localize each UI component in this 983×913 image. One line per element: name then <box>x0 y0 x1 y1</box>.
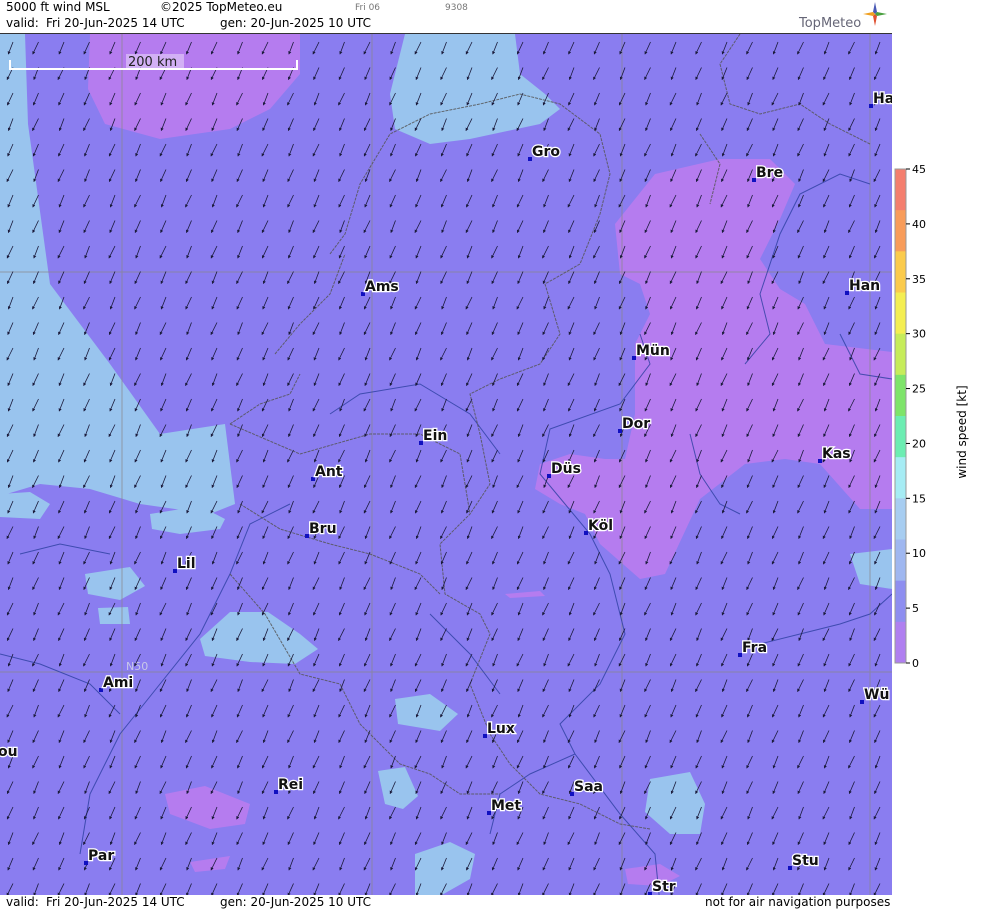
city-marker: Met <box>487 797 523 815</box>
city-marker: Ams <box>361 278 400 296</box>
city-label: Fra <box>742 640 767 656</box>
legend-swatch <box>895 621 906 664</box>
map-canvas: N50 200 km GroH BreAms HanMünDorEinKasAn… <box>0 34 892 896</box>
city-label: Stu <box>792 853 819 869</box>
legend-tick-label: 30 <box>912 328 926 341</box>
city-marker: Par <box>84 847 116 865</box>
city-marker: Str <box>648 878 677 896</box>
legend-swatch <box>895 251 906 293</box>
city-label: Wü <box>864 687 889 703</box>
city-marker: Düs <box>547 460 582 478</box>
city-label: Ein <box>423 428 447 444</box>
city-marker: ou <box>0 743 19 762</box>
legend-title: wind speed [kt] <box>955 385 969 478</box>
city-label: Dor <box>622 416 650 432</box>
footer-valid-prefix: valid: <box>6 895 39 909</box>
footer-valid-time: Fri 20-Jun-2025 14 UTC <box>46 895 185 909</box>
footer-gen-time: gen: 20-Jun-2025 10 UTC <box>220 895 372 909</box>
city-marker: Ha <box>869 90 892 108</box>
city-label: Met <box>491 798 521 814</box>
legend-swatch <box>895 169 906 211</box>
legend-swatch <box>895 580 906 623</box>
city-label: Rei <box>278 777 303 793</box>
header-row-1: 5000 ft wind MSL ©2025 TopMeteo.eu Fri 0… <box>0 0 892 16</box>
city-label: Mün <box>636 343 670 359</box>
city-marker: Ant <box>311 463 344 481</box>
city-label: Gro <box>532 144 560 160</box>
legend-colorbar: 45 40 35 30 25 20 15 10 5 0 wind speed [kt] <box>894 163 969 670</box>
city-label: Düs <box>551 461 581 477</box>
city-marker: Saa <box>570 778 604 796</box>
code: 9308 <box>445 3 468 13</box>
wind-map[interactable]: N50 200 km Gro H Bre Ams Han Mün Dor Ein… <box>0 33 892 897</box>
legend-tick-label: 20 <box>912 437 926 450</box>
valid-time: Fri 20-Jun-2025 14 UTC <box>46 16 185 30</box>
compass-icon <box>863 2 887 26</box>
product-title: 5000 ft wind MSL <box>6 0 110 14</box>
city-label: Bre <box>756 165 783 181</box>
city-marker: Stu <box>788 852 820 870</box>
legend-swatch <box>895 416 906 458</box>
legend-tick-label: 5 <box>912 602 919 615</box>
city-marker: Wü <box>860 686 891 704</box>
city-label: Lil <box>177 556 196 572</box>
city-label: Par <box>88 848 114 864</box>
city-marker: Bre <box>752 164 784 182</box>
city-label: Ha <box>873 91 892 107</box>
legend-tick-label: 35 <box>912 273 926 286</box>
legend-swatch <box>895 498 906 540</box>
legend-swatch <box>895 333 906 376</box>
city-marker: Mün <box>632 342 671 360</box>
logo: TopMeteo <box>795 2 892 32</box>
city-label: Kas <box>822 446 851 462</box>
city-marker: Gro <box>528 143 562 161</box>
city-marker: Köl <box>584 517 614 535</box>
legend-swatch <box>895 457 906 499</box>
legend-swatch <box>895 374 906 417</box>
city-marker: Lil <box>173 555 197 573</box>
legend-tick-label: 10 <box>912 547 926 560</box>
city-marker: Han <box>845 277 881 295</box>
city-label: Ams <box>365 279 399 295</box>
legend-tick-label: 0 <box>912 657 919 670</box>
footer: valid: Fri 20-Jun-2025 14 UTC gen: 20-Ju… <box>0 895 892 909</box>
city-label: ou <box>0 744 18 760</box>
disclaimer: not for air navigation purposes <box>705 895 891 909</box>
city-marker: Dor <box>618 415 651 433</box>
valid-prefix: valid: <box>6 16 39 30</box>
city-label: Köl <box>588 518 613 534</box>
scale-label: 200 km <box>128 55 177 70</box>
lat-label-n50: N50 <box>126 660 148 673</box>
copyright: ©2025 TopMeteo.eu <box>160 0 283 14</box>
city-marker: Fra <box>738 639 768 657</box>
header-row-2: valid: Fri 20-Jun-2025 14 UTC gen: 20-Ju… <box>0 16 892 32</box>
city-label: Saa <box>574 779 603 795</box>
city-label: Ant <box>315 464 343 480</box>
city-marker: Ein <box>419 427 449 445</box>
legend-tick-label: 15 <box>912 492 926 505</box>
city-marker: Bru <box>305 520 338 538</box>
city-marker: Ami <box>99 674 134 692</box>
run-tag: Fri 06 <box>355 3 381 13</box>
city-marker: Rei <box>274 776 304 794</box>
legend: 45 40 35 30 25 20 15 10 5 0 wind speed [kt] <box>892 0 983 909</box>
logo-text: TopMeteo <box>799 16 862 31</box>
legend-swatch <box>895 292 906 335</box>
gen-time: gen: 20-Jun-2025 10 UTC <box>220 16 372 30</box>
legend-tick-label: 25 <box>912 383 926 396</box>
legend-swatch <box>895 539 906 582</box>
city-label: Lux <box>487 721 515 737</box>
legend-tick-label: 40 <box>912 218 926 231</box>
city-label: Bru <box>309 521 337 537</box>
legend-swatch <box>895 210 906 252</box>
city-label: Ami <box>103 675 133 691</box>
city-label: Str <box>652 879 676 895</box>
city-label: Han <box>849 278 880 294</box>
legend-tick-label: 45 <box>912 163 926 176</box>
city-marker: Kas <box>818 445 852 463</box>
city-marker: Lux <box>483 720 516 738</box>
